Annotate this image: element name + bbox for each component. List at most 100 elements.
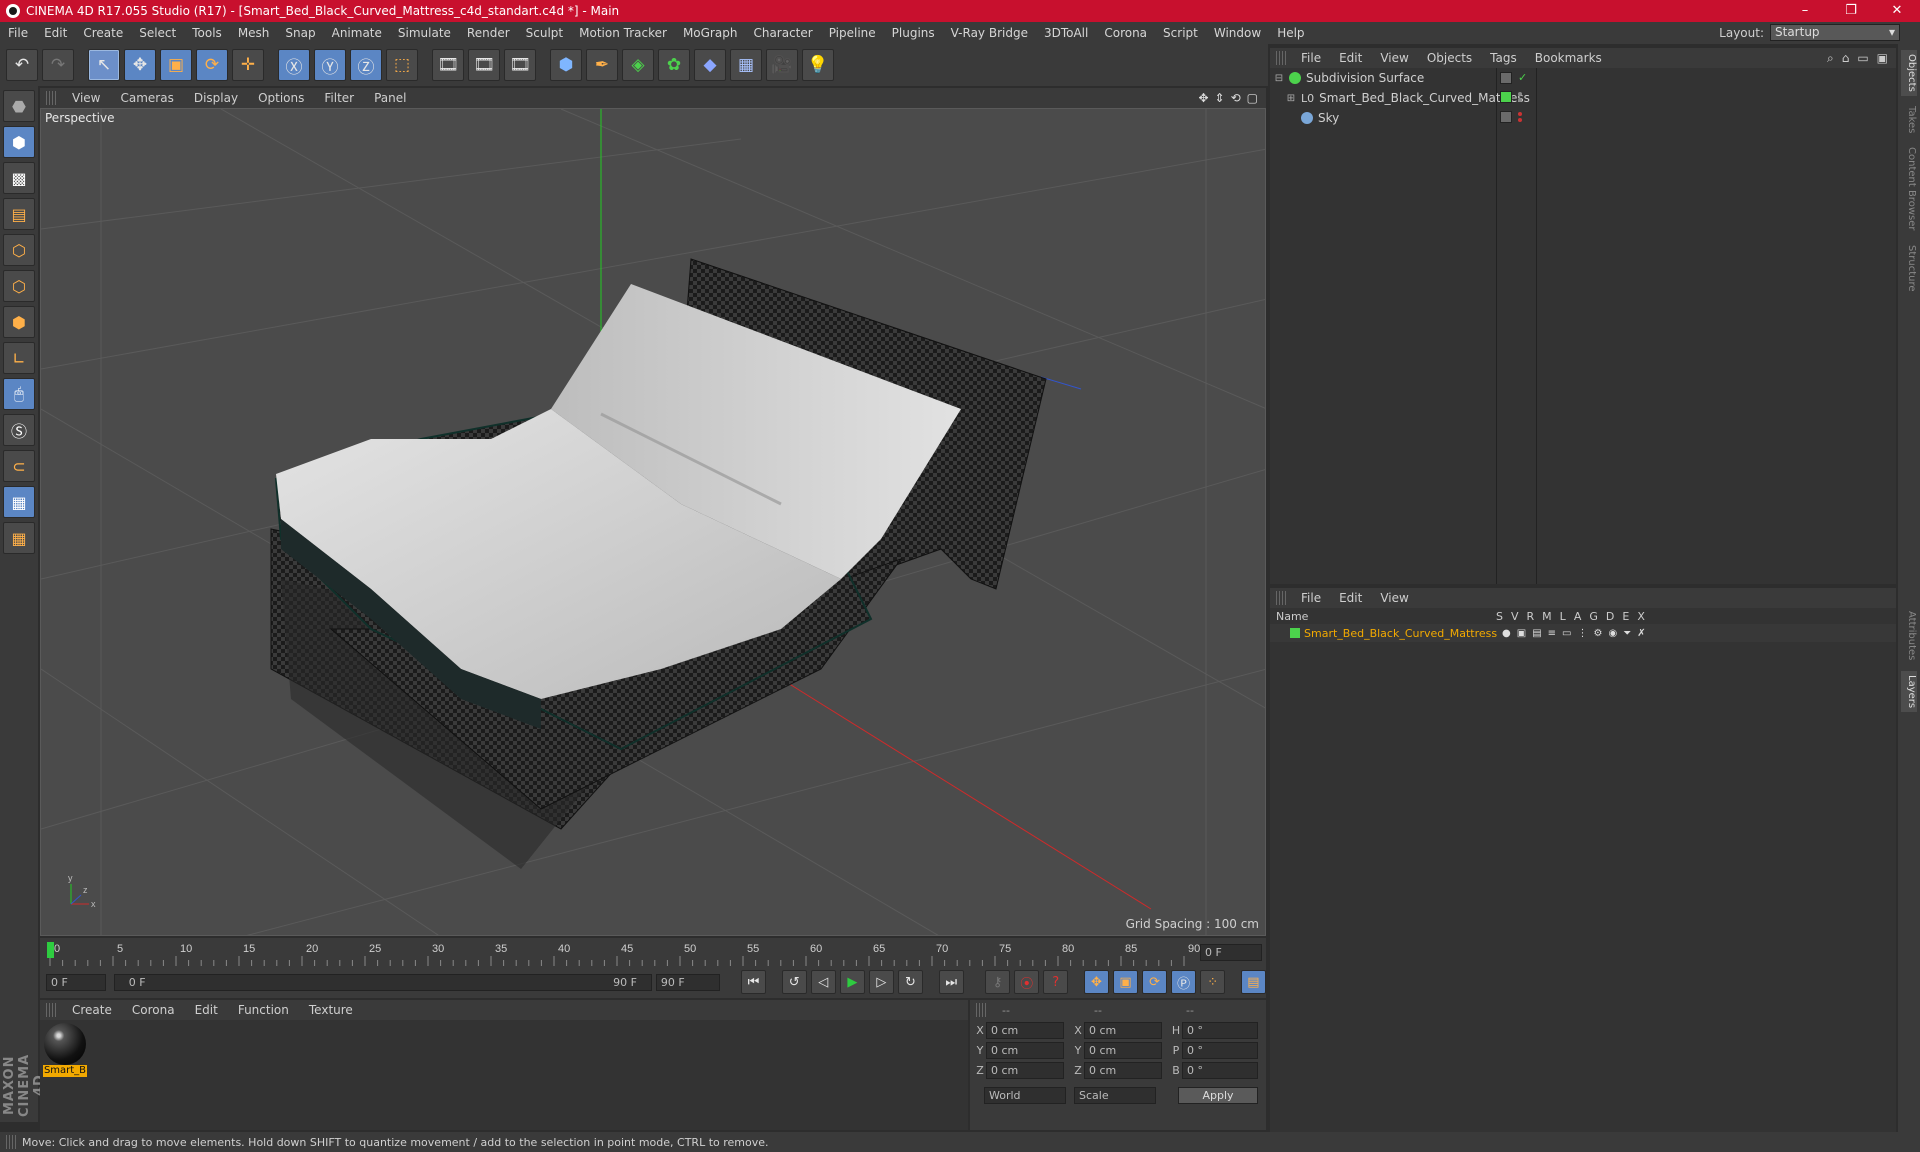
menu-simulate[interactable]: Simulate bbox=[390, 26, 459, 40]
menu-select[interactable]: Select bbox=[131, 26, 184, 40]
coordinate-system-icon[interactable]: ⬚ bbox=[386, 49, 418, 81]
orbit-view-icon[interactable]: ⟲ bbox=[1231, 91, 1241, 105]
menu-tools[interactable]: Tools bbox=[184, 26, 230, 40]
axis-mode-icon[interactable]: ∟ bbox=[3, 342, 35, 374]
tab-layers[interactable]: Layers bbox=[1901, 670, 1917, 712]
layer-swatch[interactable] bbox=[1500, 71, 1512, 84]
next-key-icon[interactable]: ↻ bbox=[897, 970, 923, 994]
dolly-view-icon[interactable]: ⇕ bbox=[1215, 91, 1225, 105]
key-position-icon[interactable]: ✥ bbox=[1083, 970, 1110, 994]
y-axis-lock-icon[interactable]: Ⓨ bbox=[314, 49, 346, 81]
size-y-field[interactable]: 0 cm bbox=[1084, 1041, 1162, 1059]
workplane-lock-icon[interactable]: ▦ bbox=[3, 486, 35, 518]
material-menu-texture[interactable]: Texture bbox=[299, 1003, 363, 1017]
object-name[interactable]: Smart_Bed_Black_Curved_Mattress bbox=[1319, 91, 1530, 105]
floor-icon[interactable]: ▦ bbox=[730, 49, 762, 81]
key-scale-icon[interactable]: ▣ bbox=[1113, 970, 1139, 994]
key-point-level-icon[interactable]: ⁘ bbox=[1200, 970, 1226, 994]
rotation-h-field[interactable]: 0 ° bbox=[1182, 1021, 1258, 1039]
next-frame-icon[interactable]: ▷ bbox=[868, 970, 894, 994]
menu-help[interactable]: Help bbox=[1269, 26, 1312, 40]
camera-icon[interactable]: 🎥 bbox=[766, 49, 798, 81]
layer-row[interactable]: Smart_Bed_Black_Curved_Mattress ● ▣ ▤ ≡ … bbox=[1270, 624, 1896, 642]
objects-menu-file[interactable]: File bbox=[1292, 51, 1330, 65]
material-menu-edit[interactable]: Edit bbox=[185, 1003, 228, 1017]
objects-menu-tags[interactable]: Tags bbox=[1481, 51, 1526, 65]
objects-menu-objects[interactable]: Objects bbox=[1418, 51, 1481, 65]
object-name[interactable]: Subdivision Surface bbox=[1306, 71, 1424, 85]
objects-menu-view[interactable]: View bbox=[1371, 51, 1417, 65]
layers-menu-file[interactable]: File bbox=[1292, 591, 1330, 605]
menu-file[interactable]: File bbox=[0, 26, 36, 40]
current-frame-field[interactable]: 0 F bbox=[1200, 944, 1262, 961]
polygons-mode-icon[interactable]: ⬢ bbox=[3, 306, 35, 338]
visibility-dots-icon[interactable] bbox=[1518, 92, 1522, 102]
edit-render-settings-icon[interactable]: 🎞 bbox=[504, 49, 536, 81]
x-axis-lock-icon[interactable]: Ⓧ bbox=[278, 49, 310, 81]
undo-icon[interactable]: ↶ bbox=[6, 49, 38, 81]
position-y-field[interactable]: 0 cm bbox=[986, 1041, 1064, 1059]
animation-icon[interactable]: ⋮ bbox=[1577, 628, 1587, 639]
rotate-tool-icon[interactable]: ⟳ bbox=[196, 49, 228, 81]
scale-tool-icon[interactable]: ▣ bbox=[160, 49, 192, 81]
object-row-sky[interactable]: Sky bbox=[1270, 108, 1896, 128]
coordinate-space-select[interactable]: World bbox=[984, 1086, 1066, 1104]
transform-mode-select[interactable]: Scale bbox=[1074, 1086, 1156, 1104]
object-row-subdivision-surface[interactable]: ⊟ Subdivision Surface ✓ bbox=[1270, 68, 1896, 88]
layer-name[interactable]: Smart_Bed_Black_Curved_Mattress bbox=[1304, 627, 1497, 640]
menu-script[interactable]: Script bbox=[1155, 26, 1206, 40]
menu-render[interactable]: Render bbox=[459, 26, 518, 40]
light-icon[interactable]: 💡 bbox=[802, 49, 834, 81]
viewport-menu-cameras[interactable]: Cameras bbox=[110, 91, 183, 105]
spline-pen-icon[interactable]: ✒ bbox=[586, 49, 618, 81]
tab-objects[interactable]: Objects bbox=[1901, 50, 1917, 96]
layers-menu-view[interactable]: View bbox=[1371, 591, 1417, 605]
generators-icon[interactable]: ⚙ bbox=[1593, 628, 1602, 639]
size-z-field[interactable]: 0 cm bbox=[1084, 1061, 1162, 1079]
edges-mode-icon[interactable]: ⬡ bbox=[3, 270, 35, 302]
search-icon[interactable]: ⌕ bbox=[1827, 51, 1834, 66]
timeline-window-icon[interactable]: ▤ bbox=[1240, 970, 1266, 994]
objects-menu-edit[interactable]: Edit bbox=[1330, 51, 1371, 65]
material-menu-function[interactable]: Function bbox=[228, 1003, 299, 1017]
playhead[interactable] bbox=[47, 942, 54, 958]
cloner-icon[interactable]: ✿ bbox=[658, 49, 690, 81]
timeline-ruler[interactable]: 0 5 10 15 20 25 30 35 40 45 50 55 60 65 70 75 80 85 90 0 F bbox=[40, 938, 1266, 966]
key-rotation-icon[interactable]: ⟳ bbox=[1142, 970, 1168, 994]
menu-plugins[interactable]: Plugins bbox=[884, 26, 943, 40]
menu-pipeline[interactable]: Pipeline bbox=[821, 26, 884, 40]
menu-motion-tracker[interactable]: Motion Tracker bbox=[571, 26, 675, 40]
z-axis-lock-icon[interactable]: Ⓩ bbox=[350, 49, 382, 81]
grid-icon[interactable]: ▦ bbox=[3, 522, 35, 554]
keyframe-selection-icon[interactable]: ⚷ bbox=[985, 970, 1011, 994]
position-z-field[interactable]: 0 cm bbox=[986, 1061, 1064, 1079]
locked-icon[interactable]: ▭ bbox=[1562, 628, 1571, 639]
snap-icon[interactable]: Ⓢ bbox=[3, 414, 35, 446]
layer-swatch[interactable] bbox=[1500, 111, 1512, 123]
enabled-check-icon[interactable]: ✓ bbox=[1518, 71, 1527, 84]
viewport-menu-filter[interactable]: Filter bbox=[314, 91, 364, 105]
record-active-objects-icon[interactable]: ⦿ bbox=[1014, 970, 1040, 994]
points-mode-icon[interactable]: ⬡ bbox=[3, 234, 35, 266]
model-mode-icon[interactable]: ⬢ bbox=[3, 126, 35, 158]
frame-range-slider[interactable]: 0 F 90 F bbox=[113, 973, 652, 991]
cube-primitive-icon[interactable]: ⬢ bbox=[550, 49, 582, 81]
menu-create[interactable]: Create bbox=[75, 26, 131, 40]
menu-3dtoall[interactable]: 3DToAll bbox=[1036, 26, 1096, 40]
make-editable-icon[interactable]: ⬣ bbox=[3, 90, 35, 122]
menu-mesh[interactable]: Mesh bbox=[230, 26, 278, 40]
deformers-icon[interactable]: ◉ bbox=[1608, 628, 1617, 639]
deformer-icon[interactable]: ◆ bbox=[694, 49, 726, 81]
subdivision-surface-icon[interactable]: ◈ bbox=[622, 49, 654, 81]
minimize-button[interactable]: – bbox=[1782, 0, 1828, 22]
expand-icon[interactable]: ⊞ bbox=[1286, 93, 1296, 104]
viewport-menu-display[interactable]: Display bbox=[184, 91, 248, 105]
object-row-smart-bed[interactable]: ⊞ L0 Smart_Bed_Black_Curved_Mattress bbox=[1270, 88, 1896, 108]
menu-snap[interactable]: Snap bbox=[277, 26, 323, 40]
previous-key-icon[interactable]: ↺ bbox=[781, 970, 807, 994]
tab-structure[interactable]: Structure bbox=[1901, 241, 1917, 296]
objects-menu-bookmarks[interactable]: Bookmarks bbox=[1526, 51, 1611, 65]
layout-select[interactable]: Startup bbox=[1770, 24, 1900, 41]
new-view-icon[interactable]: ▣ bbox=[1877, 51, 1888, 66]
rotation-b-field[interactable]: 0 ° bbox=[1182, 1061, 1258, 1079]
